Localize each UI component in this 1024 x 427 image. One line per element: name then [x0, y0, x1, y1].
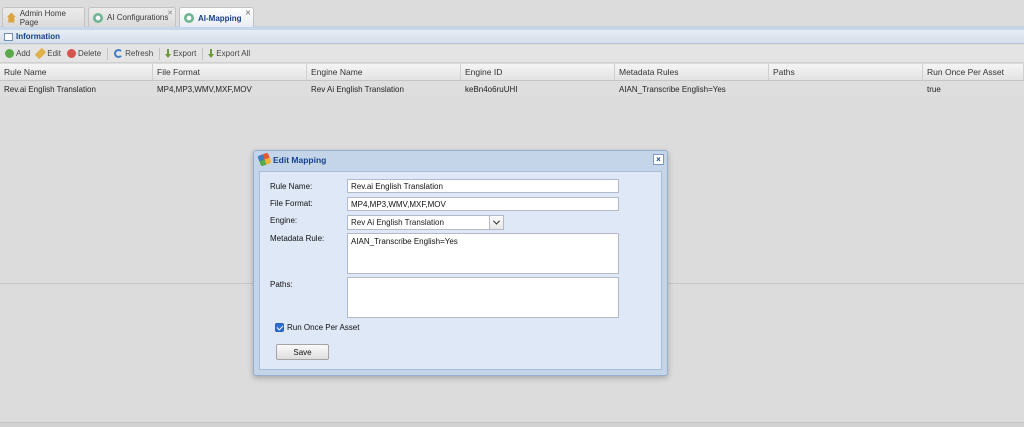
close-button[interactable]: × — [653, 154, 664, 165]
export-all-label: Export All — [216, 49, 251, 58]
table-row[interactable]: Rev.ai English Translation MP4,MP3,WMV,M… — [0, 81, 1024, 97]
toolbar-separator — [107, 47, 109, 60]
tab-bar: Admin Home Page AI Configurations ✕ AI-M… — [0, 0, 1024, 28]
engine-select-value: Rev Ai English Translation — [351, 218, 444, 227]
cell-engine-id: keBn4o6ruUHI — [465, 84, 518, 94]
rule-name-label: Rule Name: — [270, 182, 313, 191]
panel-header: Information — [0, 30, 1024, 44]
run-once-label: Run Once Per Asset — [287, 323, 360, 332]
tab-ai-mapping[interactable]: AI-Mapping ✕ — [179, 7, 254, 28]
column-header-metadata-rules[interactable]: Metadata Rules — [615, 64, 769, 80]
dialog-titlebar[interactable]: Edit Mapping — [254, 151, 667, 168]
chevron-down-icon[interactable] — [489, 216, 503, 229]
file-format-label: File Format: — [270, 199, 313, 208]
column-header-rule-name[interactable]: Rule Name — [0, 64, 153, 80]
export-all-button[interactable]: Export All — [206, 49, 253, 58]
metadata-rule-textarea[interactable]: AIAN_Transcribe English=Yes — [347, 233, 619, 274]
paths-textarea[interactable] — [347, 277, 619, 318]
home-icon — [7, 12, 16, 23]
panel-title: Information — [16, 32, 60, 41]
close-icon[interactable]: ✕ — [167, 9, 173, 17]
add-button[interactable]: Add — [2, 49, 33, 58]
cell-run-once: true — [927, 84, 941, 94]
toolbar-separator — [159, 47, 161, 60]
cell-file-format: MP4,MP3,WMV,MXF,MOV — [157, 84, 252, 94]
engine-label: Engine: — [270, 216, 298, 225]
run-once-checkbox[interactable] — [275, 323, 284, 332]
download-icon — [165, 49, 172, 58]
toolbar-separator — [202, 47, 204, 60]
edit-mapping-dialog: Edit Mapping × Rule Name: Rev.ai English… — [253, 150, 668, 376]
refresh-icon — [114, 49, 124, 58]
tab-label: AI-Mapping — [198, 13, 242, 23]
refresh-button[interactable]: Refresh — [111, 49, 156, 58]
download-icon — [208, 49, 215, 58]
dialog-form: Rule Name: Rev.ai English Translation Fi… — [259, 171, 662, 370]
file-format-input[interactable]: MP4,MP3,WMV,MXF,MOV — [347, 197, 619, 211]
column-header-file-format[interactable]: File Format — [153, 64, 307, 80]
gear-icon — [93, 12, 103, 23]
add-label: Add — [16, 49, 31, 58]
add-icon — [5, 49, 14, 58]
status-bar — [0, 422, 1024, 427]
save-button[interactable]: Save — [276, 344, 329, 360]
close-icon[interactable]: ✕ — [245, 9, 251, 17]
tab-admin-home[interactable]: Admin Home Page — [2, 7, 85, 27]
rule-name-input[interactable]: Rev.ai English Translation — [347, 179, 619, 193]
gear-icon — [184, 13, 194, 23]
cell-paths — [769, 81, 923, 97]
export-button[interactable]: Export — [163, 49, 199, 58]
refresh-label: Refresh — [125, 49, 154, 58]
tab-ai-configurations[interactable]: AI Configurations ✕ — [88, 7, 176, 27]
edit-button[interactable]: Edit — [33, 47, 64, 60]
toolbar: Add Edit Delete Refresh Export Export Al… — [0, 45, 1024, 63]
delete-button[interactable]: Delete — [64, 49, 104, 58]
metadata-rule-label: Metadata Rule: — [270, 234, 325, 243]
column-header-engine-name[interactable]: Engine Name — [307, 64, 461, 80]
window-icon — [4, 32, 13, 41]
paths-label: Paths: — [270, 280, 293, 289]
cell-engine-name: Rev Ai English Translation — [311, 84, 404, 94]
column-header-run-once[interactable]: Run Once Per Asset — [923, 64, 1024, 80]
delete-label: Delete — [78, 49, 102, 58]
dialog-title: Edit Mapping — [273, 154, 327, 165]
cell-rule-name: Rev.ai English Translation — [4, 84, 96, 94]
edit-label: Edit — [47, 49, 62, 58]
tab-label: Admin Home Page — [19, 8, 66, 27]
tab-label: AI Configurations — [107, 13, 169, 22]
export-label: Export — [173, 49, 197, 58]
cell-metadata-rules: AIAN_Transcribe English=Yes — [619, 84, 726, 94]
mapping-icon — [257, 152, 272, 167]
delete-icon — [67, 49, 77, 58]
engine-select[interactable]: Rev Ai English Translation — [347, 215, 504, 230]
pencil-icon — [35, 47, 47, 60]
column-header-paths[interactable]: Paths — [769, 64, 923, 80]
column-header-engine-id[interactable]: Engine ID — [461, 64, 615, 80]
grid-header: Rule Name File Format Engine Name Engine… — [0, 64, 1024, 81]
